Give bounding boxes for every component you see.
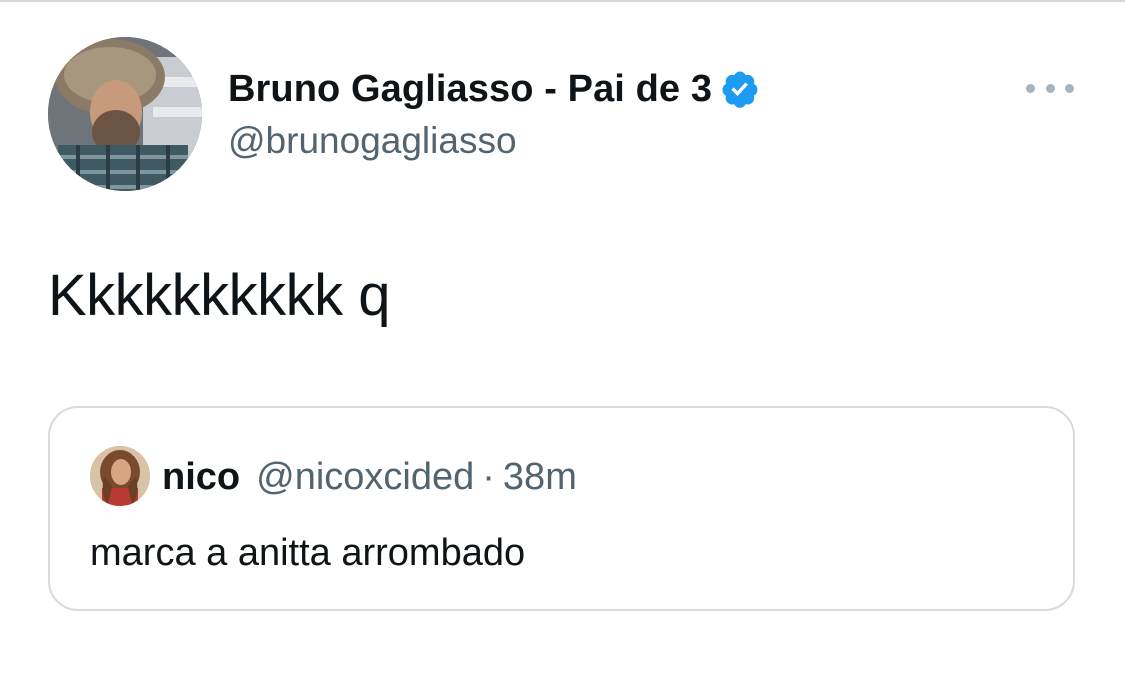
- top-divider: [0, 0, 1125, 2]
- more-dot: [1065, 83, 1074, 93]
- quoted-author-avatar[interactable]: [90, 446, 150, 506]
- more-dot: [1026, 83, 1035, 93]
- more-dot: [1045, 83, 1055, 93]
- avatar-image: [48, 37, 202, 191]
- quoted-separator: ·: [482, 455, 495, 498]
- quoted-timestamp[interactable]: 38m: [503, 456, 577, 499]
- verified-badge-icon: [720, 69, 760, 109]
- quoted-author-name[interactable]: nico: [162, 456, 240, 499]
- author-name-row: Bruno Gagliasso - Pai de 3: [228, 66, 760, 112]
- tweet-text: Kkkkkkkkkk q: [48, 263, 391, 328]
- quoted-tweet-card[interactable]: nico @nicoxcided · 38m marca a anitta ar…: [48, 406, 1075, 611]
- author-display-name[interactable]: Bruno Gagliasso - Pai de 3: [228, 68, 712, 111]
- quoted-tweet-text: marca a anitta arrombado: [90, 532, 526, 574]
- more-options-icon[interactable]: [1026, 76, 1074, 100]
- author-handle[interactable]: @brunogagliasso: [228, 120, 517, 162]
- quoted-tweet-header: nico @nicoxcided · 38m: [162, 452, 577, 502]
- author-avatar[interactable]: [48, 37, 202, 191]
- quoted-avatar-image: [90, 446, 150, 506]
- quoted-author-handle[interactable]: @nicoxcided: [256, 456, 474, 499]
